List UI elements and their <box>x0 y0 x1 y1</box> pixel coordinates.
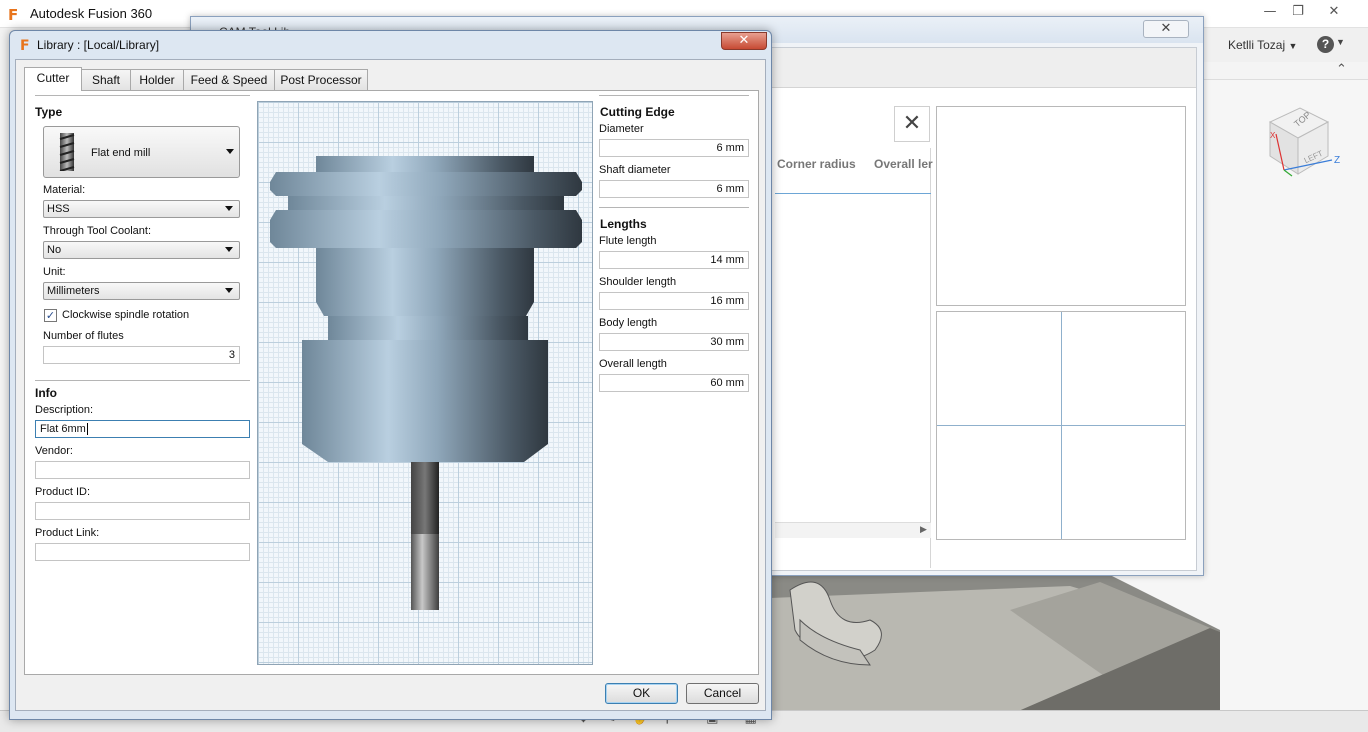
tab-holder[interactable]: Holder <box>130 69 184 90</box>
tool-type-dropdown[interactable]: Flat end mill <box>43 126 240 178</box>
cutting-edge-section-title: Cutting Edge <box>600 105 675 119</box>
tool-detail-grid <box>936 311 1186 540</box>
info-section-title: Info <box>35 386 57 400</box>
chevron-down-icon <box>226 149 234 154</box>
close-icon[interactable]: ✕ <box>1143 20 1189 38</box>
diameter-input[interactable]: 6 mm <box>599 139 749 157</box>
tab-shaft[interactable]: Shaft <box>81 69 131 90</box>
viewcube[interactable]: TOP LEFT Z X <box>1262 104 1346 180</box>
product-id-input[interactable] <box>35 502 250 520</box>
product-link-label: Product Link: <box>35 527 100 539</box>
x-axis-label: X <box>1270 131 1276 140</box>
library-dialog: F Library : [Local/Library] ✕ Cutter Sha… <box>9 30 772 720</box>
text-cursor <box>86 423 88 435</box>
unit-label: Unit: <box>43 266 66 278</box>
diameter-label: Diameter <box>599 123 644 135</box>
description-value: Flat 6mm <box>40 423 86 435</box>
overall-length-label: Overall length <box>599 358 667 370</box>
dialog-title: Library : [Local/Library] <box>37 38 160 52</box>
help-icon[interactable]: ? <box>1317 36 1334 53</box>
overall-length-input[interactable]: 60 mm <box>599 374 749 392</box>
tool-holder-preview <box>270 156 582 610</box>
body-length-label: Body length <box>599 317 658 329</box>
user-menu[interactable]: Ketlli Tozaj ▼ <box>1228 38 1297 52</box>
product-link-input[interactable] <box>35 543 250 561</box>
cutter-tab-pane: Type Flat end mill Material: HSS Through… <box>24 90 759 675</box>
column-overall-length[interactable]: Overall ler <box>874 157 934 171</box>
section-divider <box>35 95 250 97</box>
chevron-up-icon[interactable]: ⌃ <box>1336 62 1347 77</box>
flat-end-mill-icon <box>59 133 75 171</box>
chevron-down-icon[interactable]: ▼ <box>1336 37 1345 47</box>
chevron-down-icon <box>225 206 233 211</box>
dialog-content: Cutter Shaft Holder Feed & Speed Post Pr… <box>15 59 766 711</box>
description-label: Description: <box>35 404 94 416</box>
flutes-input[interactable]: 3 <box>43 346 240 364</box>
shaft-diameter-input[interactable]: 6 mm <box>599 180 749 198</box>
shaft-diameter-label: Shaft diameter <box>599 164 671 176</box>
body-length-input[interactable]: 30 mm <box>599 333 749 351</box>
tool-type-value: Flat end mill <box>91 147 151 159</box>
tool-preview-grid <box>257 101 593 665</box>
shoulder-length-label: Shoulder length <box>599 276 677 288</box>
table-header-divider <box>775 193 931 194</box>
clockwise-label: Clockwise spindle rotation <box>62 309 190 321</box>
fusion-logo-icon: F <box>20 38 30 54</box>
close-app-button[interactable]: ✕ <box>1320 3 1348 21</box>
flutes-label: Number of flutes <box>43 330 124 342</box>
chevron-right-icon[interactable]: ▶ <box>920 524 927 535</box>
chevron-down-icon: ▼ <box>1288 41 1298 51</box>
app-title: Autodesk Fusion 360 <box>30 6 153 21</box>
fusion-logo-icon: F <box>8 6 19 24</box>
chevron-down-icon <box>225 288 233 293</box>
material-select[interactable]: HSS <box>43 200 240 218</box>
maximize-button[interactable]: ❐ <box>1284 3 1312 21</box>
clear-search-button[interactable]: ✕ <box>894 106 930 142</box>
vendor-input[interactable] <box>35 461 250 479</box>
flute-length-input[interactable]: 14 mm <box>599 251 749 269</box>
tool-table <box>775 148 931 568</box>
shoulder-length-input[interactable]: 16 mm <box>599 292 749 310</box>
ok-button[interactable]: OK <box>605 683 678 704</box>
description-input[interactable]: Flat 6mm <box>35 420 250 438</box>
tab-feed-speed[interactable]: Feed & Speed <box>183 69 275 90</box>
clockwise-checkbox[interactable]: ✓ <box>44 309 57 322</box>
vendor-label: Vendor: <box>35 445 73 457</box>
tool-preview-panel <box>936 106 1186 306</box>
coolant-label: Through Tool Coolant: <box>43 225 152 237</box>
column-corner-radius[interactable]: Corner radius <box>777 157 856 171</box>
coolant-value: No <box>47 244 62 256</box>
model-render[interactable] <box>770 570 1230 732</box>
coolant-select[interactable]: No <box>43 241 240 259</box>
chevron-down-icon <box>225 247 233 252</box>
type-section-title: Type <box>35 105 63 119</box>
lengths-section-title: Lengths <box>600 217 647 231</box>
dialog-close-button[interactable]: ✕ <box>721 32 767 50</box>
section-divider <box>599 95 749 97</box>
horizontal-scrollbar[interactable] <box>775 522 931 538</box>
unit-value: Millimeters <box>47 285 100 297</box>
grid-divider-horizontal <box>937 425 1185 426</box>
flute-length-label: Flute length <box>599 235 657 247</box>
z-axis-label: Z <box>1334 155 1340 166</box>
product-id-label: Product ID: <box>35 486 91 498</box>
material-label: Material: <box>43 184 86 196</box>
tab-post-processor[interactable]: Post Processor <box>274 69 368 90</box>
section-divider <box>35 380 250 382</box>
unit-select[interactable]: Millimeters <box>43 282 240 300</box>
tab-cutter[interactable]: Cutter <box>24 67 82 91</box>
material-value: HSS <box>47 203 70 215</box>
user-name: Ketlli Tozaj <box>1228 38 1286 52</box>
section-divider <box>599 207 749 209</box>
cancel-button[interactable]: Cancel <box>686 683 759 704</box>
minimize-button[interactable]: — <box>1256 3 1284 21</box>
